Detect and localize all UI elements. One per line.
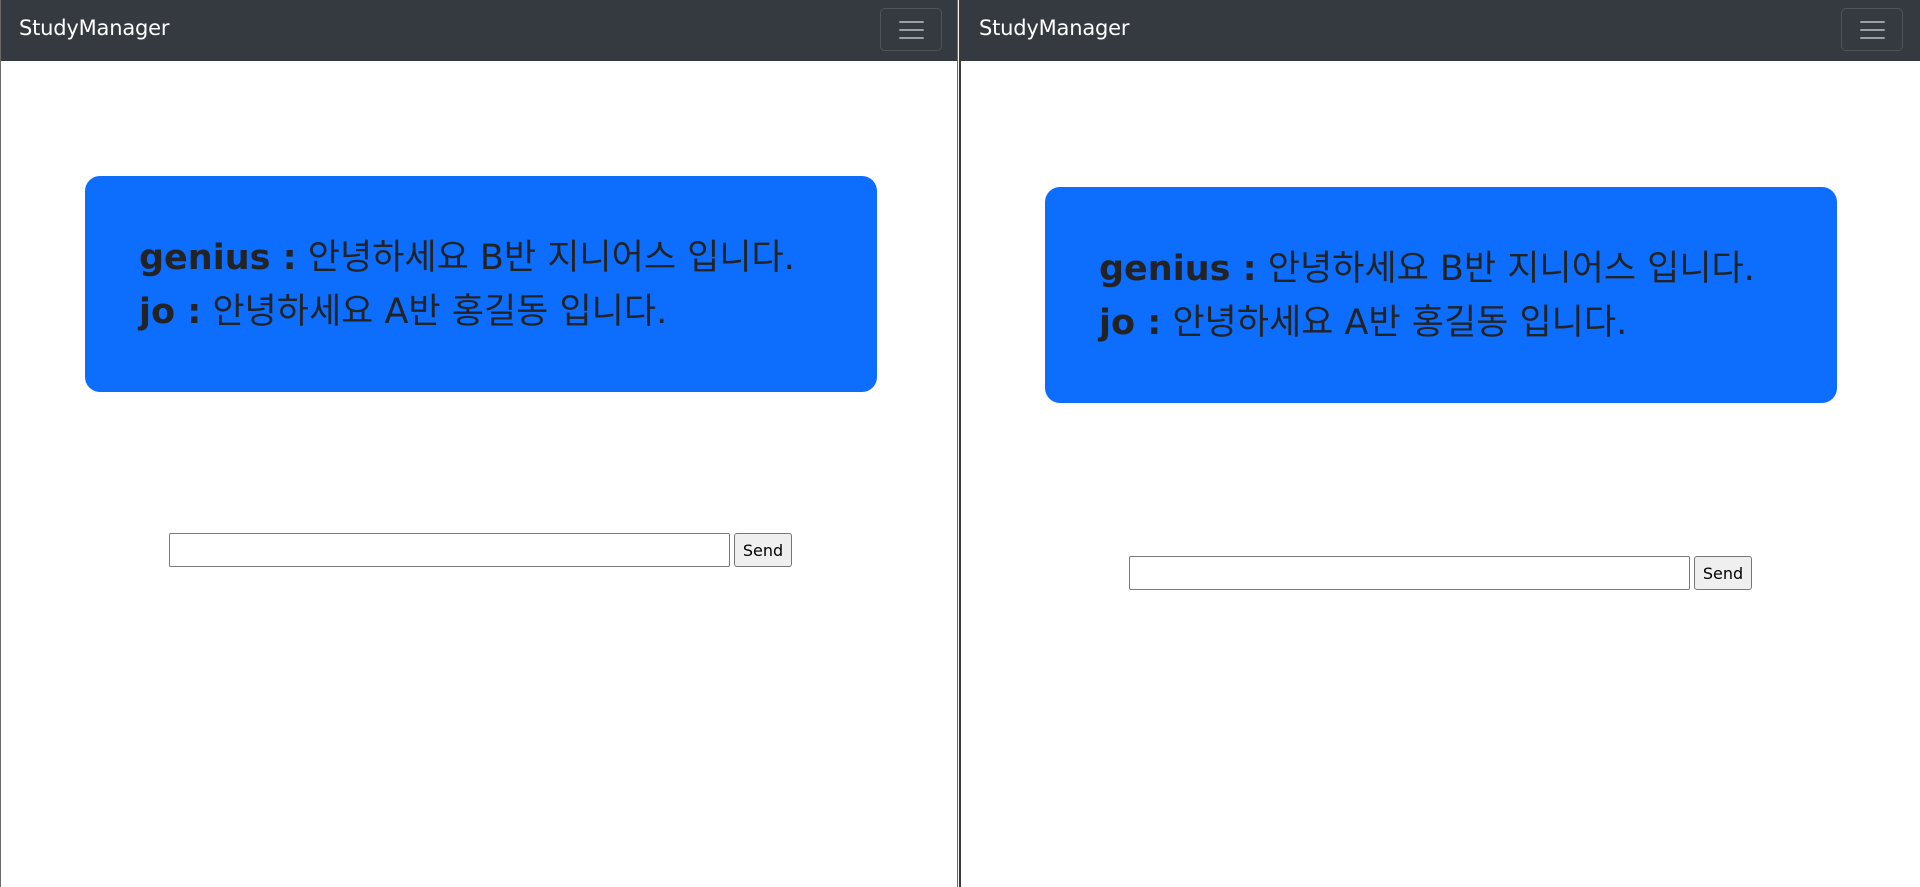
navbar-toggler-button[interactable] — [880, 8, 942, 51]
message-text: 안녕하세요 B반 지니어스 입니다. — [1256, 249, 1755, 289]
chat-message-box: genius : 안녕하세요 B반 지니어스 입니다. jo : 안녕하세요 A… — [85, 176, 877, 392]
message-text: 안녕하세요 A반 홍길동 입니다. — [1161, 303, 1628, 343]
send-button[interactable]: Send — [1694, 556, 1752, 590]
message-text: 안녕하세요 A반 홍길동 입니다. — [201, 292, 668, 332]
message-username: genius : — [1099, 249, 1257, 289]
navbar-brand[interactable]: StudyManager — [979, 16, 1129, 40]
message-username: jo : — [1099, 303, 1162, 343]
message-username: genius : — [139, 238, 297, 278]
browser-window-right: StudyManager genius : 안녕하세요 B반 지니어스 입니다.… — [959, 0, 1920, 887]
chat-message: genius : 안녕하세요 B반 지니어스 입니다. — [139, 231, 877, 285]
chat-message: jo : 안녕하세요 A반 홍길동 입니다. — [1099, 296, 1837, 350]
message-input[interactable] — [169, 533, 730, 567]
browser-window-left: StudyManager genius : 안녕하세요 B반 지니어스 입니다.… — [0, 0, 958, 887]
navbar: StudyManager — [1, 0, 957, 61]
message-input[interactable] — [1129, 556, 1690, 590]
chat-message: genius : 안녕하세요 B반 지니어스 입니다. — [1099, 242, 1837, 296]
chat-message-box: genius : 안녕하세요 B반 지니어스 입니다. jo : 안녕하세요 A… — [1045, 187, 1837, 403]
chat-message: jo : 안녕하세요 A반 홍길동 입니다. — [139, 285, 877, 339]
navbar-toggler-button[interactable] — [1841, 8, 1903, 51]
message-text: 안녕하세요 B반 지니어스 입니다. — [296, 238, 795, 278]
message-username: jo : — [139, 292, 202, 332]
navbar-brand[interactable]: StudyManager — [19, 16, 169, 40]
navbar: StudyManager — [961, 0, 1920, 61]
send-button[interactable]: Send — [734, 533, 792, 567]
